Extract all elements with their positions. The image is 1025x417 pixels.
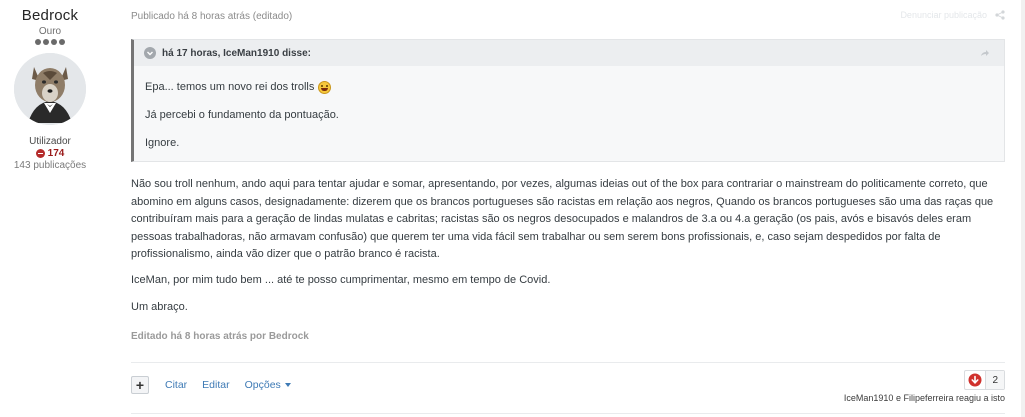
quote-header[interactable]: há 17 horas, IceMan1910 disse: — [134, 40, 1004, 66]
divider — [131, 362, 1005, 363]
reaction-button[interactable]: 2 — [964, 370, 1005, 390]
avatar[interactable] — [14, 53, 86, 125]
rank-dot — [59, 39, 65, 45]
quote-line-text: Epa... temos um novo rei dos trolls — [145, 81, 315, 93]
post-paragraph: IceMan, por mim tudo bem ... até te poss… — [131, 273, 551, 286]
author-rank: Ouro — [38, 26, 62, 37]
share-icon[interactable] — [995, 10, 1005, 20]
options-label: Opções — [244, 379, 281, 391]
quote-line: Já percebi o fundamento da pontuação. — [145, 109, 339, 121]
wolf-avatar-icon — [14, 53, 86, 125]
post-controls: + Citar Editar Opções — [131, 375, 1005, 395]
collapse-chevron-icon[interactable] — [144, 47, 156, 59]
rank-dots — [0, 39, 100, 45]
post-content: Publicado há 8 horas atrás (editado) Den… — [131, 0, 1005, 414]
rank-dot — [43, 39, 49, 45]
edited-note: Editado há 8 horas atrás por Bedrock — [131, 331, 309, 342]
author-group: Utilizador — [29, 136, 71, 147]
post-paragraph: Um abraço. — [131, 301, 188, 313]
author-panel: Bedrock Ouro Utilizador 174 143 publicaç… — [0, 0, 100, 171]
quote-button[interactable]: Citar — [165, 379, 187, 391]
quote-block: há 17 horas, IceMan1910 disse: Epa... te… — [131, 39, 1005, 162]
scrollbar-track[interactable] — [1021, 0, 1025, 417]
rank-dot — [51, 39, 57, 45]
reputation-value: 174 — [47, 148, 65, 159]
divider — [131, 413, 1005, 414]
downvote-reaction-icon[interactable] — [965, 371, 985, 389]
rank-dot — [35, 39, 41, 45]
edit-button[interactable]: Editar — [202, 379, 229, 391]
reputation-badge: 174 — [0, 148, 100, 159]
post-paragraph: Não sou troll nenhum, ando aqui para ten… — [131, 178, 994, 260]
options-menu-button[interactable]: Opções — [245, 379, 291, 391]
multiquote-add-button[interactable]: + — [131, 376, 149, 394]
post-timestamp[interactable]: Publicado há 8 horas atrás (editado) — [131, 11, 1005, 23]
author-name[interactable]: Bedrock — [0, 7, 100, 24]
quote-line: Ignore. — [145, 137, 180, 149]
quote-line: Epa... temos um novo rei dos trolls — [145, 80, 1004, 94]
caret-down-icon — [284, 383, 291, 388]
post-body: Não sou troll nenhum, ando aqui para ten… — [131, 176, 1005, 327]
author-post-count[interactable]: 143 publicações — [0, 160, 100, 171]
quote-citation: há 17 horas, IceMan1910 disse: — [162, 47, 311, 59]
grinning-emoji-icon — [318, 80, 332, 94]
negative-reputation-icon — [35, 149, 45, 158]
reaction-count[interactable]: 2 — [985, 371, 1004, 389]
report-link[interactable]: Denunciar publicação — [900, 10, 987, 20]
post-top-actions: Denunciar publicação — [900, 10, 1005, 20]
quote-body: Epa... temos um novo rei dos trolls Já p… — [134, 66, 1004, 150]
reacted-by-text[interactable]: IceMan1910 e Filipeferreira reagiu a ist… — [844, 393, 1005, 403]
go-to-quoted-post-icon[interactable] — [980, 48, 990, 58]
